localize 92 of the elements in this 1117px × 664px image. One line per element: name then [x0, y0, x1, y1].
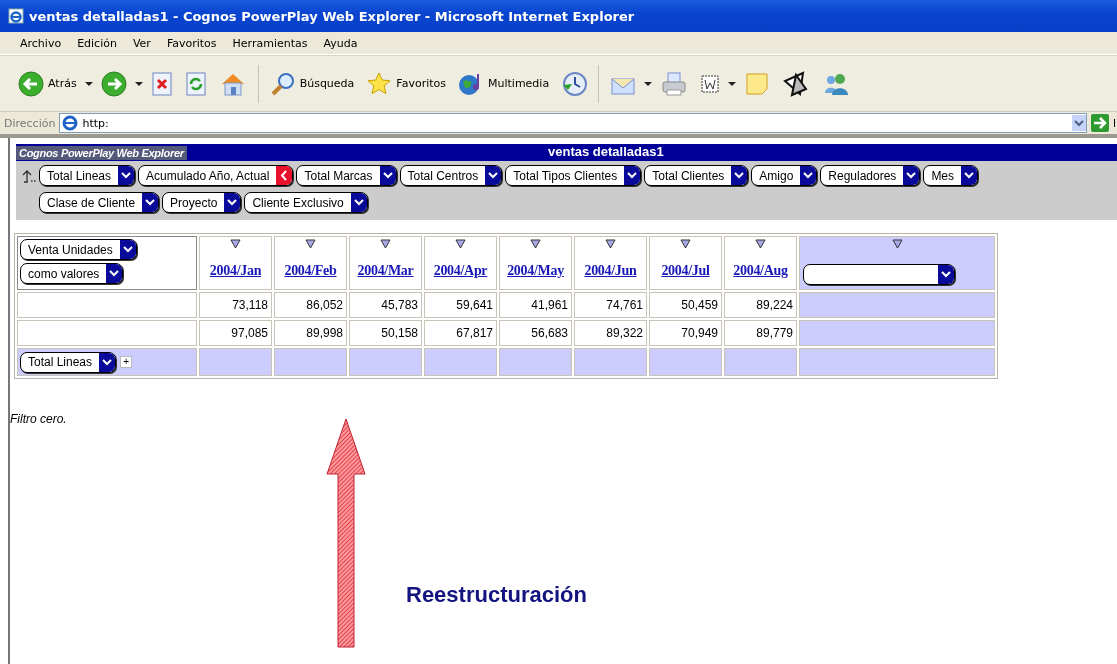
- report-title: ventas detalladas1: [548, 144, 664, 159]
- dimension-dropdown[interactable]: Venta Unidades: [20, 239, 137, 260]
- chevron-down-icon[interactable]: [961, 166, 978, 185]
- table-cell: 56,683: [499, 320, 572, 346]
- dimension-dropdown[interactable]: Clase de Cliente: [39, 192, 160, 213]
- chevron-down-icon[interactable]: [142, 193, 159, 212]
- menu-item[interactable]: Edición: [69, 36, 125, 50]
- annotation-text: Reestructuración: [406, 582, 587, 608]
- drill-down-icon[interactable]: [755, 239, 766, 249]
- printer-icon: [660, 70, 689, 97]
- drill-down-icon[interactable]: [605, 239, 616, 249]
- menu-item[interactable]: Herramientas: [224, 36, 316, 50]
- chevron-down-icon[interactable]: [379, 166, 396, 185]
- filter-note: Filtro cero.: [10, 412, 68, 426]
- table-cell: 59,641: [424, 292, 497, 318]
- drill-down-icon[interactable]: [380, 239, 391, 249]
- back-arrow-button[interactable]: Atrás: [14, 70, 81, 97]
- chevron-down-icon[interactable]: [350, 193, 367, 212]
- chevron-down-icon[interactable]: [485, 166, 502, 185]
- drill-down-icon[interactable]: [305, 239, 316, 249]
- globe-button[interactable]: Multimedia: [454, 70, 554, 97]
- dimension-dropdown[interactable]: Total Centros: [399, 165, 503, 186]
- table-cell: 50,158: [349, 320, 422, 346]
- caret-icon[interactable]: [728, 80, 737, 87]
- dimension-dropdown[interactable]: Total Lineas: [20, 351, 117, 373]
- address-field[interactable]: http:: [59, 113, 1087, 133]
- table-cell: 97,085: [199, 320, 272, 346]
- menu-item[interactable]: Ver: [124, 36, 159, 50]
- drill-down-icon[interactable]: [891, 239, 903, 249]
- dimension-dropdown[interactable]: Total Tipos Clientes: [505, 165, 642, 186]
- chevron-down-icon[interactable]: [118, 166, 135, 185]
- document-icon: [700, 73, 721, 94]
- table-cell: 89,779: [724, 320, 797, 346]
- expand-button[interactable]: +: [120, 356, 133, 368]
- search-icon: [269, 70, 296, 97]
- drill-down-icon[interactable]: [455, 239, 466, 249]
- table-cell: 41,961: [499, 292, 572, 318]
- clock-icon: [561, 70, 588, 97]
- window-title: ventas detalladas1 - Cognos PowerPlay Web Explorer - Microsoft Internet Explorer: [29, 8, 635, 24]
- note-icon: [744, 70, 771, 97]
- brand-logo: Cognos PowerPlay Web Explorer: [16, 145, 187, 160]
- go-arrow-icon[interactable]: [1091, 114, 1109, 132]
- caret-icon[interactable]: [644, 80, 653, 87]
- caret-icon[interactable]: [84, 80, 93, 87]
- table-cell: 89,998: [274, 320, 347, 346]
- table-cell: 67,817: [424, 320, 497, 346]
- chevron-down-icon[interactable]: [99, 352, 116, 372]
- table-cell: 74,761: [574, 292, 647, 318]
- menu-item[interactable]: Favoritos: [158, 36, 225, 50]
- menu-item[interactable]: Ayuda: [315, 36, 366, 50]
- menu-item[interactable]: Archivo: [12, 36, 70, 50]
- dimension-dropdown[interactable]: como valores: [20, 263, 124, 284]
- go-label[interactable]: I: [1113, 117, 1117, 129]
- table-cell: 89,322: [574, 320, 647, 346]
- dimension-dropdown[interactable]: Acumulado Año, Actual: [138, 165, 294, 186]
- dimension-dropdown[interactable]: Amigo: [751, 165, 818, 186]
- dimension-dropdown[interactable]: Total Marcas: [296, 165, 397, 186]
- drill-down-icon[interactable]: [680, 239, 691, 249]
- table-cell: 86,052: [274, 292, 347, 318]
- chevron-down-icon[interactable]: [731, 166, 748, 185]
- address-label: Dirección: [4, 116, 56, 130]
- dimension-dropdown[interactable]: Total Clientes: [644, 165, 749, 186]
- chevron-down-icon[interactable]: [224, 193, 241, 212]
- star-button[interactable]: Favoritos: [362, 70, 450, 97]
- drill-down-icon[interactable]: [230, 239, 241, 249]
- table-cell: 45,783: [349, 292, 422, 318]
- dimension-dropdown[interactable]: Total Lineas: [39, 165, 136, 186]
- drill-down-icon[interactable]: [530, 239, 541, 249]
- chevron-down-icon[interactable]: [938, 265, 954, 284]
- stop-icon: [150, 70, 173, 97]
- ie-logo-icon: [8, 8, 24, 24]
- dimension-dropdown[interactable]: [803, 264, 955, 285]
- chevron-down-icon[interactable]: [106, 264, 123, 283]
- dimension-dropdown[interactable]: Proyecto: [162, 192, 242, 213]
- drill-up-icon[interactable]: [22, 168, 36, 183]
- chevron-down-icon[interactable]: [624, 166, 641, 185]
- star-icon: [366, 70, 393, 97]
- ie-logo-icon: [62, 115, 79, 131]
- caret-icon[interactable]: [134, 80, 143, 87]
- table-cell: 50,459: [649, 292, 722, 318]
- chevron-down-icon[interactable]: [903, 166, 920, 185]
- table-cell: 73,118: [199, 292, 272, 318]
- chevron-down-icon[interactable]: [119, 240, 136, 259]
- table-cell: 70,949: [649, 320, 722, 346]
- refresh-icon: [184, 70, 207, 97]
- search-button[interactable]: Búsqueda: [265, 70, 359, 97]
- chevron-down-icon[interactable]: [800, 166, 817, 185]
- dimension-dropdown[interactable]: Reguladores: [820, 165, 921, 186]
- column-link[interactable]: 2004/Jul: [661, 263, 710, 278]
- table-cell: 89,224: [724, 292, 797, 318]
- dimension-dropdown[interactable]: Cliente Exclusivo: [244, 192, 368, 213]
- dimension-dropdown[interactable]: Mes: [923, 165, 979, 186]
